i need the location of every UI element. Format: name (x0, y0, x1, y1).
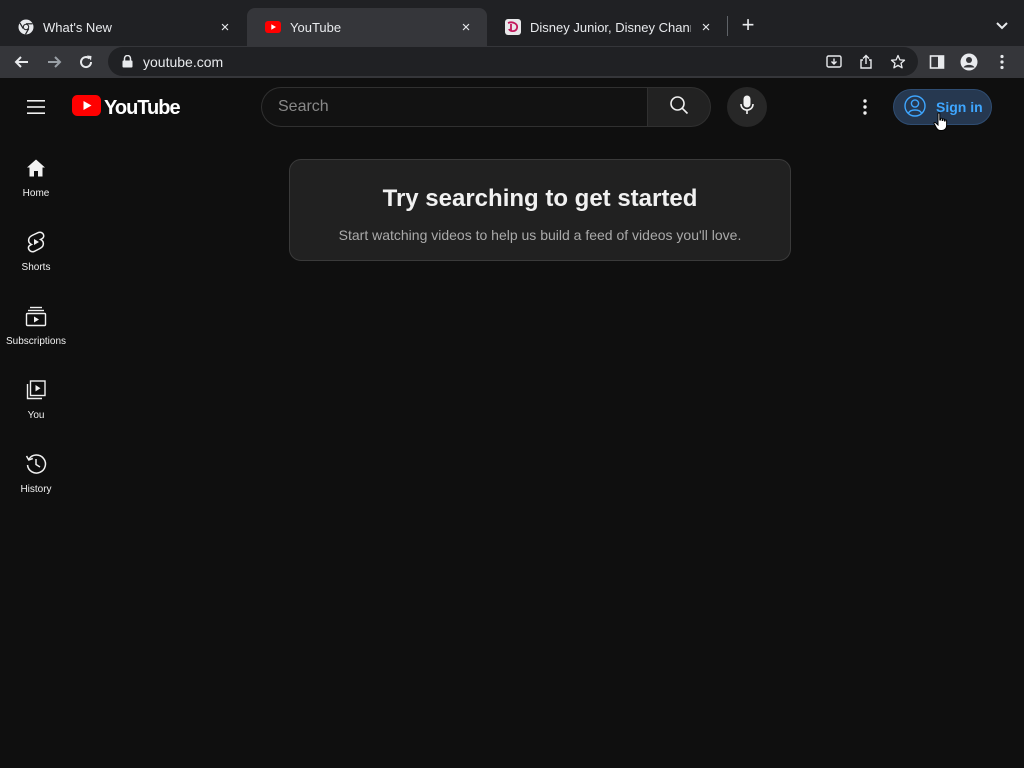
guide-item-home[interactable]: Home (0, 136, 72, 210)
close-tab-icon[interactable]: × (697, 18, 715, 36)
back-arrow-icon[interactable] (9, 49, 35, 75)
youtube-logo[interactable]: YouTube (72, 95, 181, 121)
shorts-icon (24, 230, 48, 254)
reload-icon[interactable] (73, 49, 99, 75)
profile-avatar-icon[interactable] (956, 49, 982, 75)
address-bar[interactable]: youtube.com (108, 47, 918, 76)
youtube-icon (265, 19, 281, 35)
browser-toolbar: youtube.com (0, 46, 1024, 78)
lock-icon (120, 55, 134, 68)
guide-item-you[interactable]: You (0, 358, 72, 432)
account-circle-icon (904, 94, 926, 120)
subscriptions-icon (24, 304, 48, 328)
disney-icon (505, 19, 521, 35)
search-button[interactable] (647, 87, 711, 127)
share-icon[interactable] (855, 51, 877, 73)
youtube-play-logo-icon (72, 95, 101, 121)
guide-item-history[interactable]: History (0, 432, 72, 506)
chrome-icon (18, 19, 34, 35)
url-text: youtube.com (143, 53, 224, 70)
tab-disney[interactable]: Disney Junior, Disney Channel, × (487, 8, 727, 46)
tab-whats-new[interactable]: What's New × (0, 8, 246, 46)
hamburger-menu-icon[interactable] (20, 91, 52, 123)
forward-arrow-icon[interactable] (41, 49, 67, 75)
guide-item-label: Home (22, 188, 50, 199)
guide-item-subscriptions[interactable]: Subscriptions (0, 284, 72, 358)
side-panel-icon[interactable] (924, 49, 950, 75)
install-app-icon[interactable] (823, 51, 845, 73)
hand-pointer-cursor-icon (933, 112, 949, 132)
you-library-icon (24, 378, 48, 402)
guide-item-label: You (27, 410, 45, 421)
youtube-masthead: YouTube Sign in (0, 78, 1024, 136)
settings-more-icon[interactable] (852, 91, 878, 123)
empty-feed-card: Try searching to get started Start watch… (289, 159, 791, 261)
close-tab-icon[interactable]: × (216, 18, 234, 36)
guide-item-label: History (20, 484, 52, 495)
tab-title: YouTube (290, 19, 342, 35)
bookmark-star-icon[interactable] (887, 51, 909, 73)
tab-youtube[interactable]: YouTube × (247, 8, 487, 46)
browser-tab-strip: What's New × YouTube × Disney Junior, Di… (0, 0, 1024, 46)
new-tab-button[interactable]: + (736, 13, 760, 37)
tab-title: What's New (43, 19, 112, 35)
tab-separator (727, 16, 728, 36)
feed-subtext: Start watching videos to help us build a… (338, 227, 742, 243)
browser-menu-icon[interactable] (989, 49, 1015, 75)
tab-title: Disney Junior, Disney Channel, (530, 19, 691, 35)
search-input[interactable] (262, 97, 647, 117)
guide-item-label: Subscriptions (5, 336, 67, 347)
guide-item-label: Shorts (21, 262, 51, 273)
feed-heading: Try searching to get started (382, 185, 698, 212)
home-icon (24, 156, 48, 180)
history-icon (24, 452, 48, 476)
voice-search-button[interactable] (727, 87, 767, 127)
youtube-wordmark: YouTube (104, 96, 181, 119)
search-icon (669, 95, 689, 120)
microphone-icon (740, 95, 754, 120)
tab-search-chevron-icon[interactable] (990, 13, 1014, 37)
search-box[interactable] (261, 87, 647, 127)
close-tab-icon[interactable]: × (457, 18, 475, 36)
guide-item-shorts[interactable]: Shorts (0, 210, 72, 284)
